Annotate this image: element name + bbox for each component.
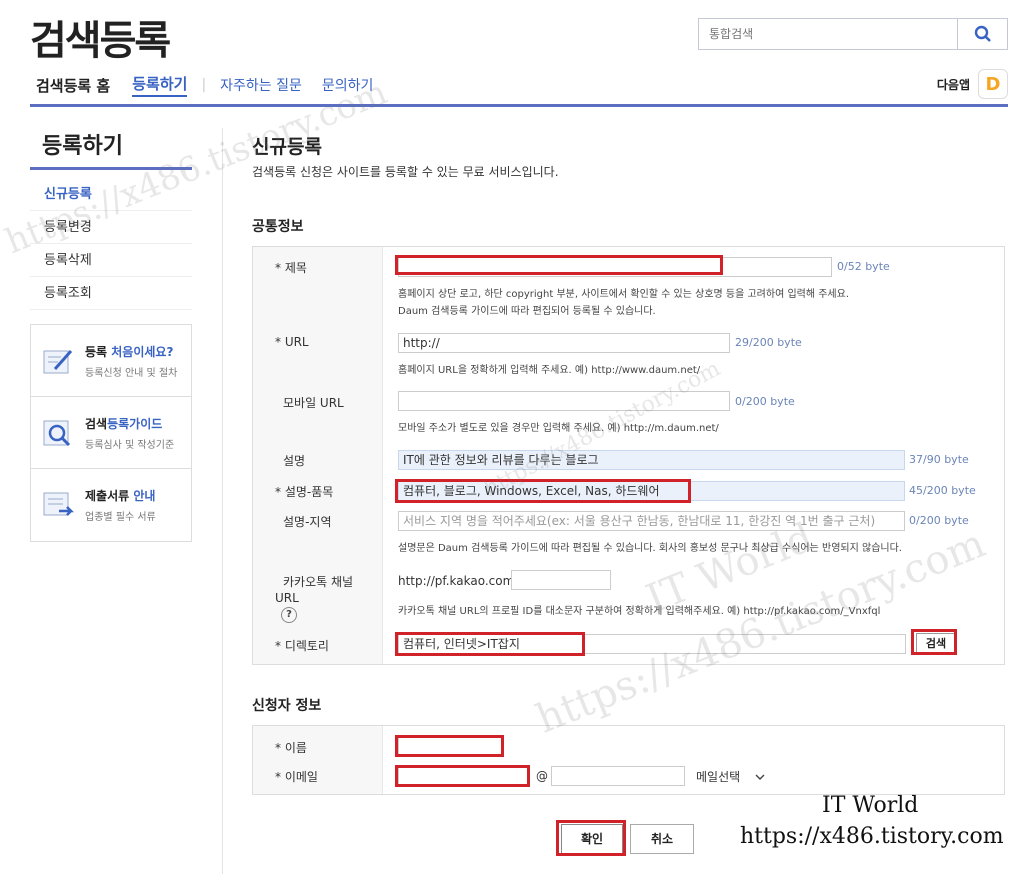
kakao-label-line2: URL [275,591,299,605]
title-help-2: Daum 검색등록 가이드에 따라 편집되어 등록될 수 있습니다. [398,306,656,317]
nav-faq[interactable]: 자주하는 질문 [220,75,302,95]
sidebar-item-lookup[interactable]: 등록조회 [30,277,192,310]
guide-first-time[interactable]: 등록 처음이세요? 등록신청 안내 및 절차 [31,325,191,397]
description-input[interactable]: IT에 관한 정보와 리뷰를 다루는 블로그 [398,450,905,470]
description-help: 설명문은 Daum 검색등록 가이드에 따라 편집될 수 있습니다. 회사의 홍… [398,543,902,554]
description-item-byte-count: 45/200 byte [909,484,976,497]
section-title-common: 공통정보 [252,219,304,235]
description-region-input[interactable]: 서비스 지역 명을 적어주세요(ex: 서울 용산구 한남동, 한남대로 11,… [398,511,905,531]
guide-docs-pre: 제출서류 [85,489,134,503]
url-help: 홈페이지 URL을 정확하게 입력해 주세요. 예) http://www.da… [398,365,701,376]
pencil-document-icon [43,349,73,373]
help-question-icon[interactable]: ? [281,607,297,623]
nav-contact[interactable]: 문의하기 [322,75,374,95]
mobile-url-byte-count: 0/200 byte [735,395,795,408]
brand-url: https://x486.tistory.com [740,824,1004,849]
highlight-directory-search [911,629,957,655]
mobile-url-help: 모바일 주소가 별도로 있을 경우만 입력해 주세요. 예) http://m.… [398,423,719,434]
nav-separator: | [201,77,207,93]
highlight-directory [395,632,585,656]
content-divider [222,128,223,874]
search-icon [974,25,991,42]
search-button[interactable] [957,19,1007,49]
kakao-help: 카카오톡 채널 URL의 프로필 ID를 대소문자 구분하여 정확하게 입력해주… [398,606,881,617]
title-label: * 제목 [275,261,307,275]
url-label: * URL [275,335,309,349]
description-region-byte-count: 0/200 byte [909,514,969,527]
search-input[interactable] [699,19,957,49]
guide-first-pre: 등록 [85,344,112,359]
email-at-sign: @ [536,769,548,783]
daum-app-label: 다음앱 [936,77,970,92]
nav-register[interactable]: 등록하기 [132,73,188,97]
description-byte-count: 37/90 byte [909,453,969,466]
label-column [253,247,383,664]
common-info-form: * 제목 0/52 byte 홈페이지 상단 로고, 하단 copyright … [252,246,1005,665]
directory-label: * 디렉토리 [275,639,329,653]
sidebar-guide-box: 등록 처음이세요? 등록신청 안내 및 절차 검색등록가이드등록심사 및 작성기준… [30,324,192,542]
guide-register-sub: 등록심사 및 작성기준 [85,439,175,451]
brand-label: IT World [822,793,919,818]
highlight-confirm [556,820,626,856]
top-nav: 검색등록 홈 등록하기 | 자주하는 질문 문의하기 [36,73,393,97]
description-item-label: * 설명-품목 [275,485,334,499]
documents-arrow-icon [43,492,75,516]
kakao-id-input[interactable] [511,570,611,590]
email-domain-select[interactable]: 메일선택 [696,768,766,785]
highlight-email [395,765,530,787]
guide-documents[interactable]: 제출서류 안내업종별 필수 서류 [31,469,191,541]
title-help-1: 홈페이지 상단 로고, 하단 copyright 부분, 사이트에서 확인할 수… [398,289,850,300]
email-select-label: 메일선택 [696,770,741,784]
highlight-name [395,735,504,757]
daum-app-link[interactable]: 다음앱 D [937,69,1008,99]
sidebar-item-delete[interactable]: 등록삭제 [30,244,192,277]
kakao-label-line1: 카카오톡 채널 [283,575,354,589]
search-box [698,18,1008,50]
email-label: * 이메일 [275,770,318,784]
description-region-label: 설명-지역 [283,515,332,529]
highlight-title [395,255,723,275]
guide-register[interactable]: 검색등록가이드등록심사 및 작성기준 [31,397,191,469]
daum-app-icon: D [978,69,1008,99]
applicant-form: * 이름 * 이메일 @ 메일선택 [252,725,1005,795]
magnifier-document-icon [43,420,71,446]
guide-register-pre: 검색 [85,416,108,431]
chevron-down-icon [755,774,765,780]
guide-register-hl: 등록가이드 [107,416,163,431]
sidebar-item-change[interactable]: 등록변경 [30,211,192,244]
page-description: 검색등록 신청은 사이트를 등록할 수 있는 무료 서비스입니다. [252,165,559,179]
title-byte-count: 0/52 byte [837,260,890,273]
sidebar-title: 등록하기 [42,134,123,159]
cancel-button[interactable]: 취소 [630,824,694,854]
sidebar-divider [30,167,192,170]
sidebar-menu: 신규등록 등록변경 등록삭제 등록조회 [30,178,192,310]
url-byte-count: 29/200 byte [735,336,802,349]
guide-first-sub: 등록신청 안내 및 절차 [85,367,178,379]
name-label: * 이름 [275,741,307,755]
sidebar-item-new[interactable]: 신규등록 [30,178,192,211]
url-input[interactable]: http:// [398,333,730,353]
mobile-url-input[interactable] [398,391,730,411]
description-label: 설명 [283,454,306,468]
label-column [253,726,383,794]
page-title: 신규등록 [252,136,322,158]
highlight-description-item [395,479,691,503]
mobile-url-label: 모바일 URL [283,396,344,410]
header-divider [30,104,1008,107]
guide-docs-hl: 안내 [133,489,156,503]
section-title-applicant: 신청자 정보 [252,698,322,714]
site-logo[interactable]: 검색등록 [30,8,171,66]
kakao-url-prefix: http://pf.kakao.com/ [398,574,519,588]
email-domain-input[interactable] [551,766,685,786]
nav-home[interactable]: 검색등록 홈 [36,75,110,96]
guide-first-hl: 처음이세요? [111,344,174,359]
guide-docs-sub: 업종별 필수 서류 [85,512,156,523]
